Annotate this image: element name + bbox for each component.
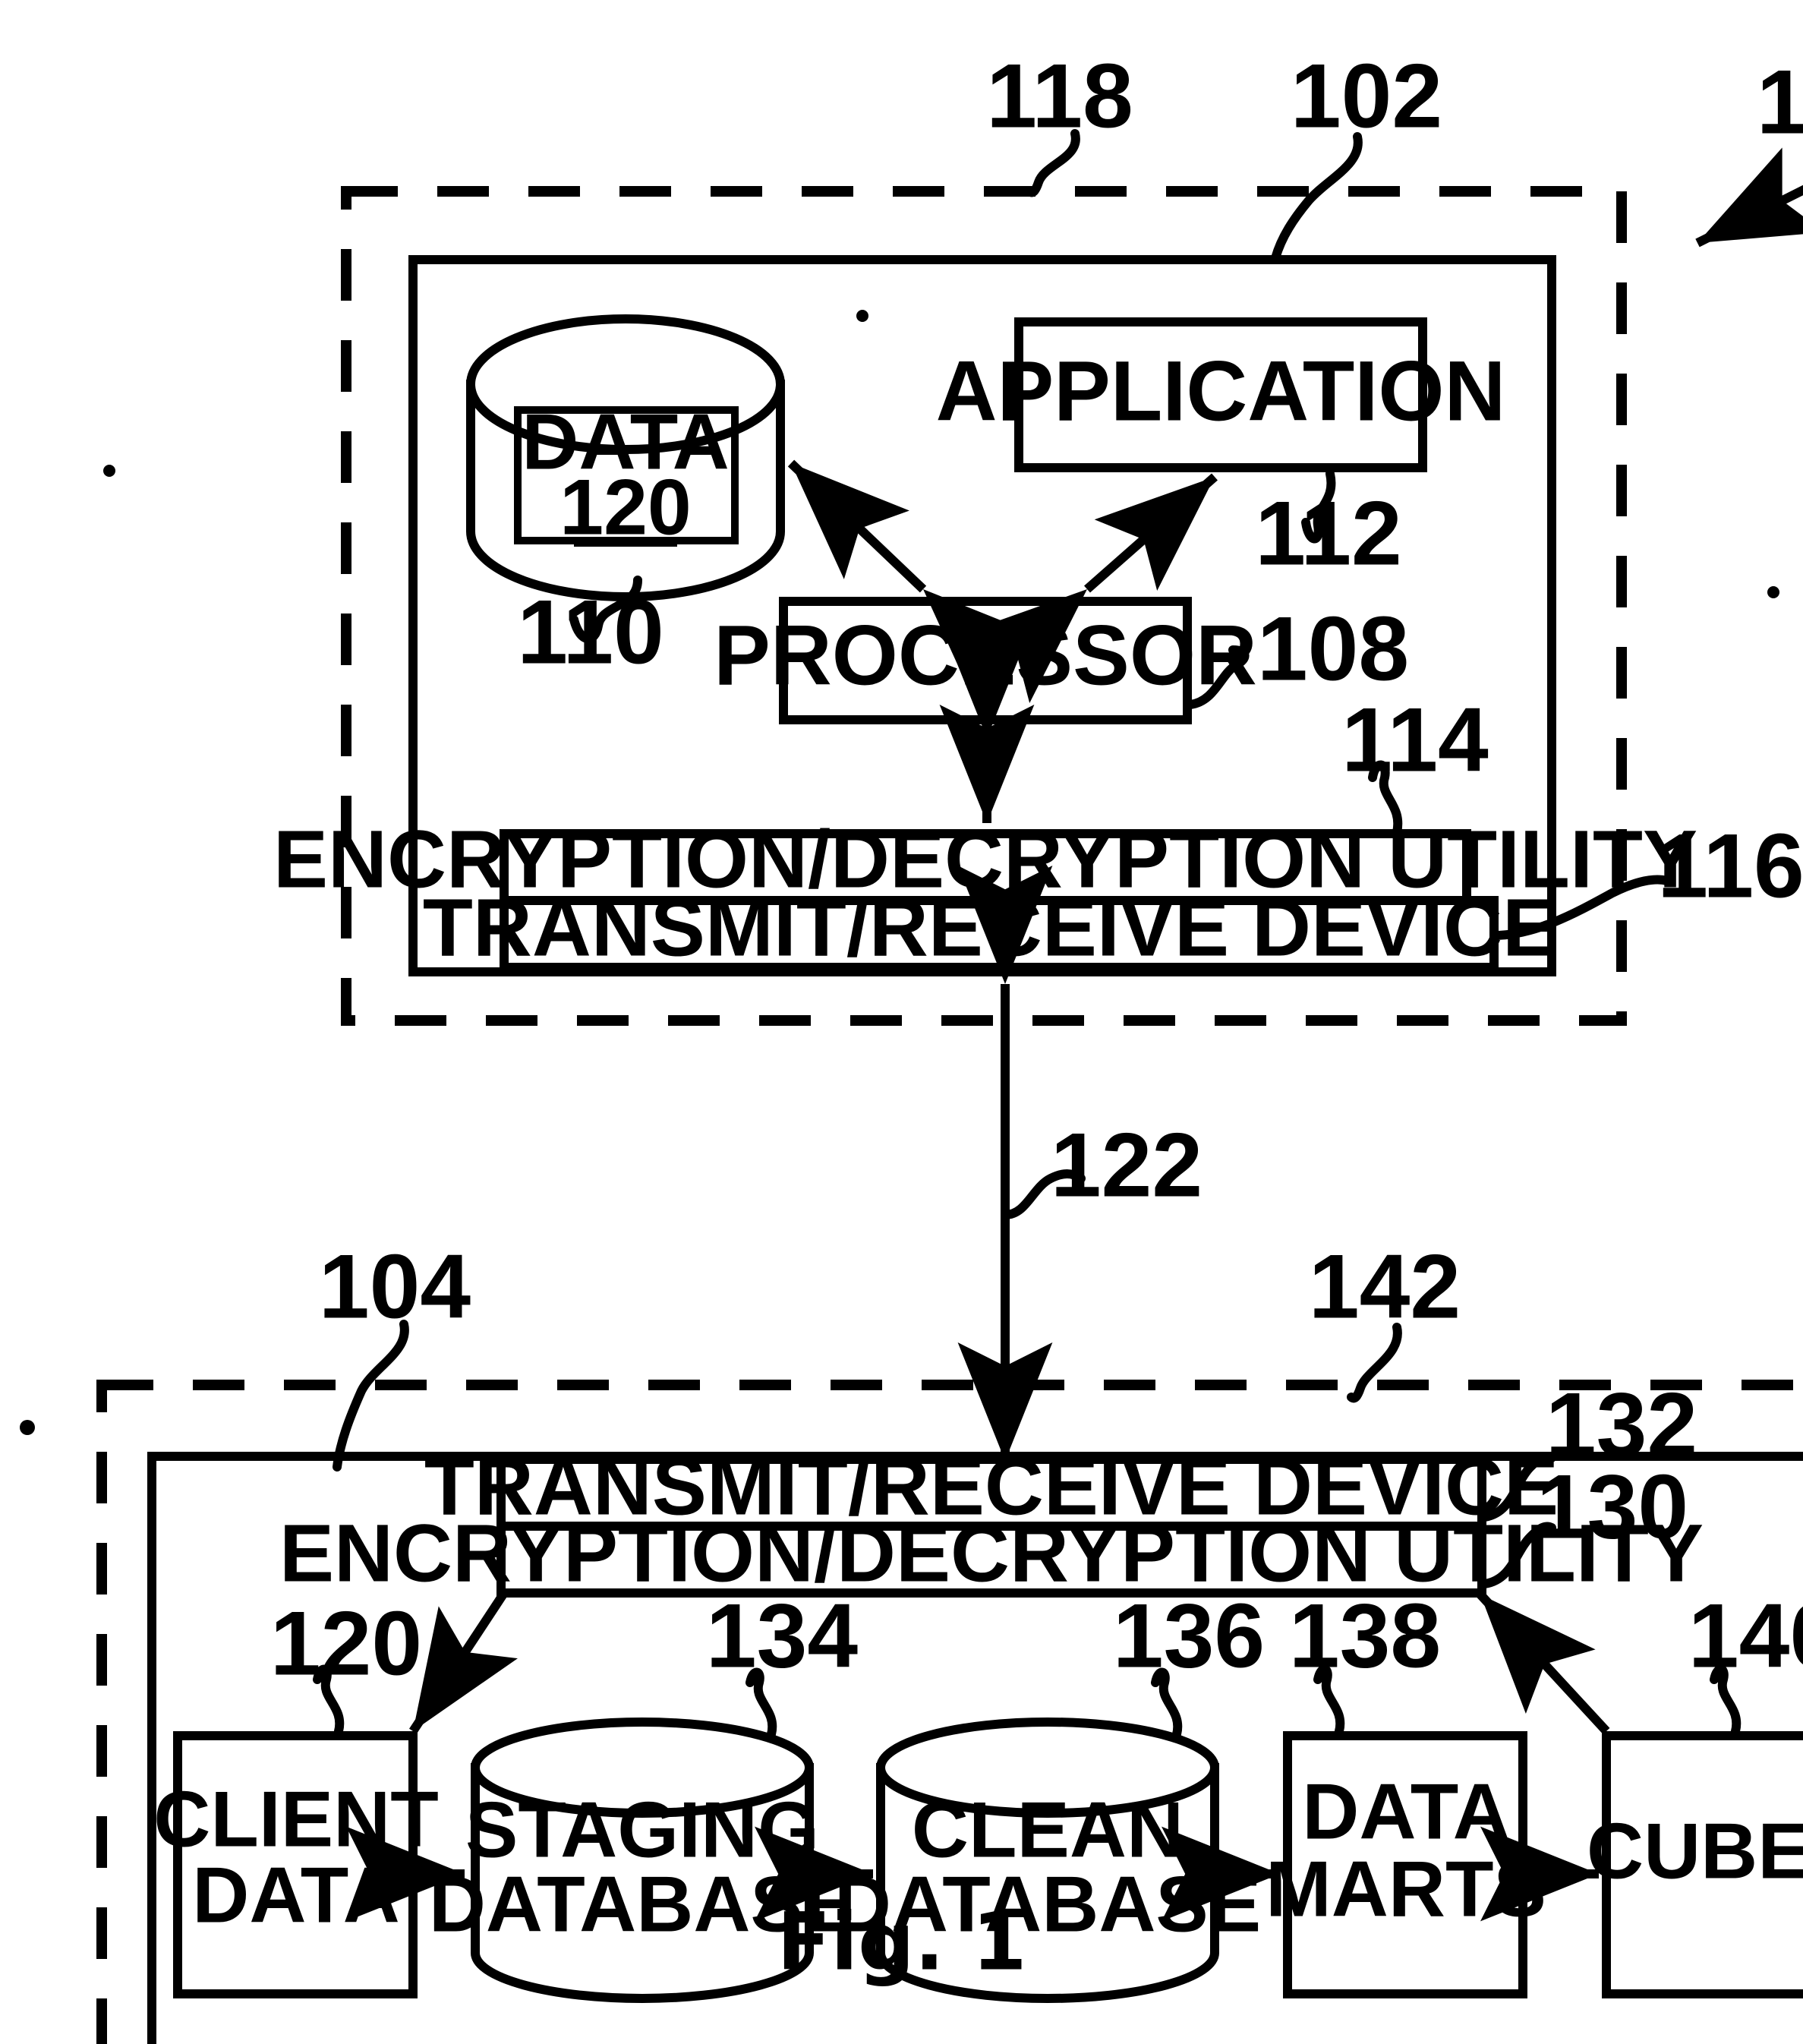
print-speck [103, 465, 115, 477]
arrow-processor-application [966, 473, 1218, 703]
ref-number-136: 136 [1113, 1585, 1265, 1687]
ref-number-134: 134 [706, 1585, 858, 1687]
leader-102 [1271, 132, 1363, 263]
figure-caption: Fig. 1 [777, 1895, 1026, 1988]
overall-system-arrow [1695, 147, 1803, 248]
ref-number-112: 112 [1255, 483, 1402, 585]
ref-number-108: 108 [1257, 598, 1409, 700]
client-data-label-line1: CLIENT [153, 1775, 439, 1863]
ref-number-114: 114 [1341, 689, 1489, 791]
ref-number-102: 102 [1291, 46, 1442, 147]
ref-number-130: 130 [1537, 1456, 1688, 1558]
ref-number-138: 138 [1289, 1585, 1441, 1687]
ref-number-122: 122 [1051, 1115, 1203, 1216]
diagram-scale-group: DATA120110110110APPLICATION112PROCESSOR1… [20, 46, 1803, 2044]
application-label: APPLICATION [936, 344, 1506, 439]
ref-number-140: 140 [1688, 1585, 1803, 1687]
leader-104 [333, 1320, 409, 1471]
cubes-label-line1: CUBES [1587, 1807, 1803, 1895]
print-speck [856, 310, 868, 322]
ref-number-100: 100 [1757, 52, 1803, 153]
ref-number-142: 142 [1309, 1236, 1461, 1338]
ref-number-120-bottom: 120 [270, 1593, 422, 1695]
client-data-label-line2: DATA [192, 1851, 399, 1939]
data-marts-label-line2: MARTS [1266, 1845, 1546, 1933]
print-speck [20, 1420, 35, 1435]
arrow-data-processor [787, 459, 1042, 705]
processor-label: PROCESSOR [714, 608, 1257, 703]
top-transmit-label: TRANSMIT/RECEIVE DEVICE [423, 882, 1557, 973]
arrow-cubes-to-encryption [1477, 1591, 1610, 1735]
patent-figure: DATA120110110110APPLICATION112PROCESSOR1… [0, 0, 1803, 2044]
ref-number-110-visible: 110 [517, 582, 664, 683]
ref-number-118: 118 [986, 46, 1133, 147]
arrow-encryption-to-client-data [408, 1590, 518, 1734]
data-marts-label-line1: DATA [1302, 1768, 1509, 1856]
ref-number-116: 116 [1657, 815, 1803, 917]
figure-canvas: DATA120110110110APPLICATION112PROCESSOR1… [20, 46, 1803, 2044]
print-speck [1767, 586, 1779, 598]
ref-number-104: 104 [319, 1236, 471, 1338]
